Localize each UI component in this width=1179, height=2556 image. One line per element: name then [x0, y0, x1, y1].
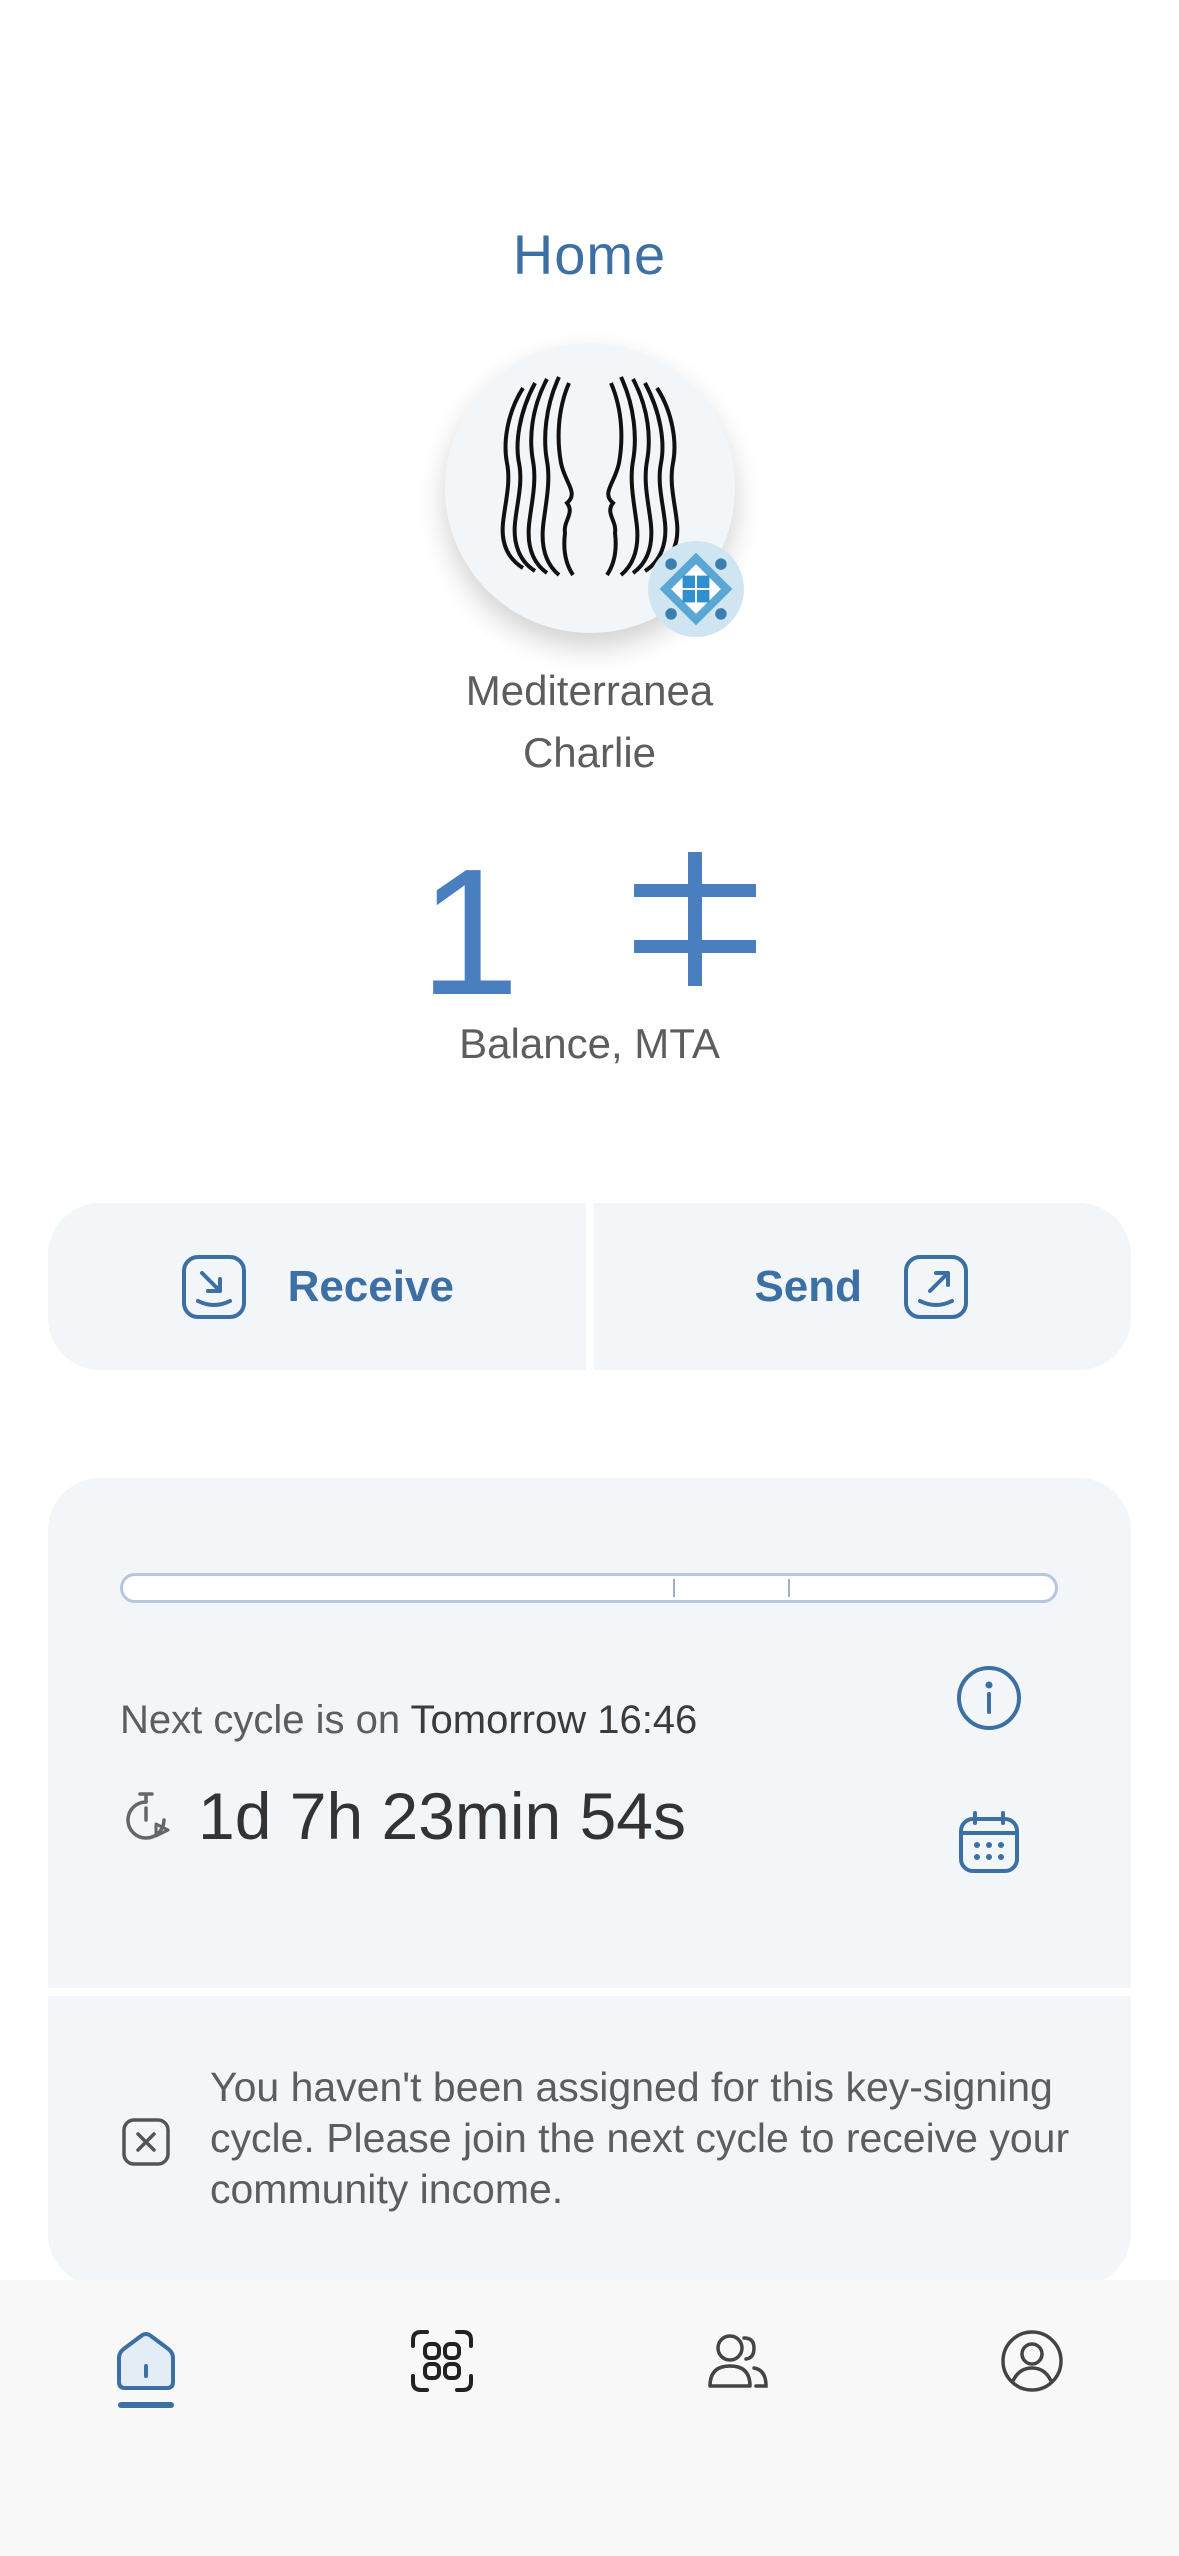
- countdown-value: 1d 7h 23min 54s: [198, 1779, 687, 1853]
- timer-icon: [126, 1792, 170, 1840]
- community-badge-icon: [648, 541, 744, 637]
- info-icon: [957, 1666, 1021, 1730]
- community-name-line1: Mediterranea: [465, 667, 714, 714]
- balance-amount: 1: [0, 820, 1179, 1033]
- community-avatar[interactable]: [445, 343, 744, 637]
- countdown-timer: 1d 7h 23min 54s: [120, 1778, 686, 1854]
- send-icon: [904, 1254, 969, 1319]
- receive-icon: [181, 1254, 246, 1319]
- next-cycle-text: Next cycle is on Tomorrow 16:46: [120, 1698, 697, 1743]
- bottom-navigation: [0, 2280, 1179, 2556]
- nav-contacts[interactable]: [697, 2328, 777, 2418]
- receive-label: Receive: [287, 1261, 454, 1311]
- close-box-icon: [122, 2118, 170, 2166]
- contacts-icon: [708, 2334, 768, 2388]
- transfer-actions: Receive Send: [48, 1203, 1131, 1370]
- nav-profile[interactable]: [992, 2328, 1072, 2418]
- assignment-notice: You haven't been assigned for this key-s…: [48, 1996, 1131, 2286]
- calendar-button[interactable]: [954, 1808, 1024, 1878]
- progress-tick: [673, 1579, 675, 1597]
- balance-value: 1: [419, 832, 520, 1034]
- progress-tick: [788, 1579, 790, 1597]
- home-icon: [117, 2332, 175, 2390]
- info-button[interactable]: [954, 1663, 1024, 1733]
- cycle-card: Next cycle is on Tomorrow 16:46 1d 7h 23…: [48, 1478, 1131, 1988]
- currency-symbol-icon: [630, 833, 760, 1033]
- nav-scan[interactable]: [402, 2328, 482, 2418]
- send-label: Send: [754, 1261, 863, 1311]
- send-button[interactable]: Send: [593, 1203, 1131, 1370]
- nav-home[interactable]: [106, 2328, 186, 2418]
- calendar-icon: [959, 1811, 1019, 1873]
- next-cycle-date: Tomorrow 16:46: [410, 1698, 698, 1742]
- cycle-progress-bar: [120, 1573, 1058, 1603]
- community-name: Mediterranea Charlie: [0, 660, 1179, 784]
- profile-icon: [1001, 2330, 1063, 2392]
- receive-button[interactable]: Receive: [48, 1203, 586, 1370]
- scan-icon: [411, 2330, 473, 2392]
- nav-active-indicator: [118, 2402, 174, 2408]
- notice-text: You haven't been assigned for this key-s…: [210, 2064, 1070, 2212]
- page-title: Home: [512, 223, 667, 286]
- next-cycle-prefix: Next cycle is on: [120, 1698, 401, 1742]
- community-name-line2: Charlie: [522, 729, 657, 776]
- balance-label: Balance, MTA: [459, 1020, 720, 1067]
